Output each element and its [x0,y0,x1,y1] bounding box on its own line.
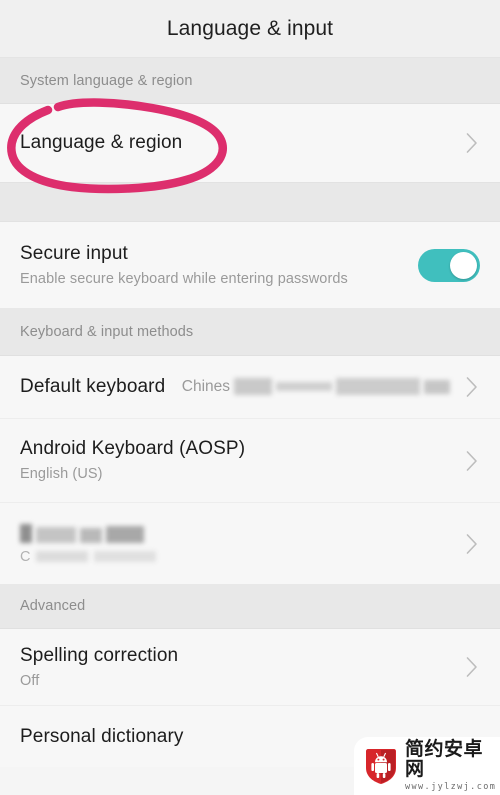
list-group-keyboards: Default keyboard Chines Android Keyboard… [0,356,500,584]
redaction-block [276,382,332,392]
section-header-keyboard-input-methods: Keyboard & input methods [0,308,500,356]
row-language-and-region[interactable]: Language & region [0,104,500,182]
row-subtitle: Off [20,672,40,689]
chevron-right-icon [464,448,480,474]
row-text: Default keyboard [20,375,182,399]
redaction-block [36,527,76,543]
android-shield-icon [364,747,398,785]
watermark-url: www.jylzwj.com [405,782,497,793]
row-default-keyboard[interactable]: Default keyboard Chines [0,356,500,418]
chevron-right-icon [464,130,480,156]
row-title: Spelling correction [20,644,179,666]
row-text: Android Keyboard (AOSP) English (US) [20,437,462,483]
row-subtitle: Enable secure keyboard while entering pa… [20,270,348,287]
redaction-block [424,379,450,394]
row-secure-input[interactable]: Secure input Enable secure keyboard whil… [0,222,500,308]
section-spacer [0,182,500,222]
page-title: Language & input [166,16,334,40]
list-group-secure-input: Secure input Enable secure keyboard whil… [0,222,500,308]
row-title: Android Keyboard (AOSP) [20,438,246,460]
list-group-system: Language & region [0,104,500,182]
row-title: Default keyboard [20,376,166,398]
row-text: Spelling correction Off [20,644,462,690]
redaction-block [106,526,144,543]
redaction-block [94,551,157,562]
watermark-text: 简约安卓网 www.jylzwj.com [405,737,500,793]
row-text: Secure input Enable secure keyboard whil… [20,242,406,288]
row-value-prefix: Chines [181,377,230,395]
watermark-site-name: 简约安卓网 [405,737,484,780]
settings-screen: Language & input System language & regio… [0,0,500,795]
section-header-label: System language & region [20,72,193,89]
row-title: Secure input [20,242,128,264]
section-header-advanced: Advanced [0,584,500,629]
row-redacted-input-method[interactable]: C [0,502,500,584]
row-text: Language & region [20,131,462,155]
section-header-label: Advanced [20,598,86,614]
chevron-right-icon [464,531,480,557]
row-subtitle-redacted: C [20,548,462,565]
row-text: C [20,523,462,565]
section-header-system-language: System language & region [0,58,500,104]
redaction-block [80,528,102,543]
row-subtitle: English (US) [20,466,103,483]
redacted-value: Chines [182,378,450,396]
redaction-block [234,378,272,396]
chevron-right-icon [464,374,480,400]
redaction-block [20,524,32,543]
row-android-keyboard-aosp[interactable]: Android Keyboard (AOSP) English (US) [0,418,500,502]
row-title: Language & region [20,132,183,154]
secure-input-toggle[interactable] [418,248,480,282]
watermark: 简约安卓网 www.jylzwj.com [354,737,500,795]
section-header-label: Keyboard & input methods [20,323,194,340]
app-bar: Language & input [0,0,500,58]
chevron-right-icon [464,654,480,680]
row-value-redacted: Chines [182,378,450,396]
row-subtitle-prefix: C [20,548,31,565]
row-spelling-correction[interactable]: Spelling correction Off [0,629,500,705]
row-title-redacted [20,523,462,543]
redaction-block [36,551,89,562]
redaction-block [336,378,420,396]
toggle-knob [450,251,477,279]
